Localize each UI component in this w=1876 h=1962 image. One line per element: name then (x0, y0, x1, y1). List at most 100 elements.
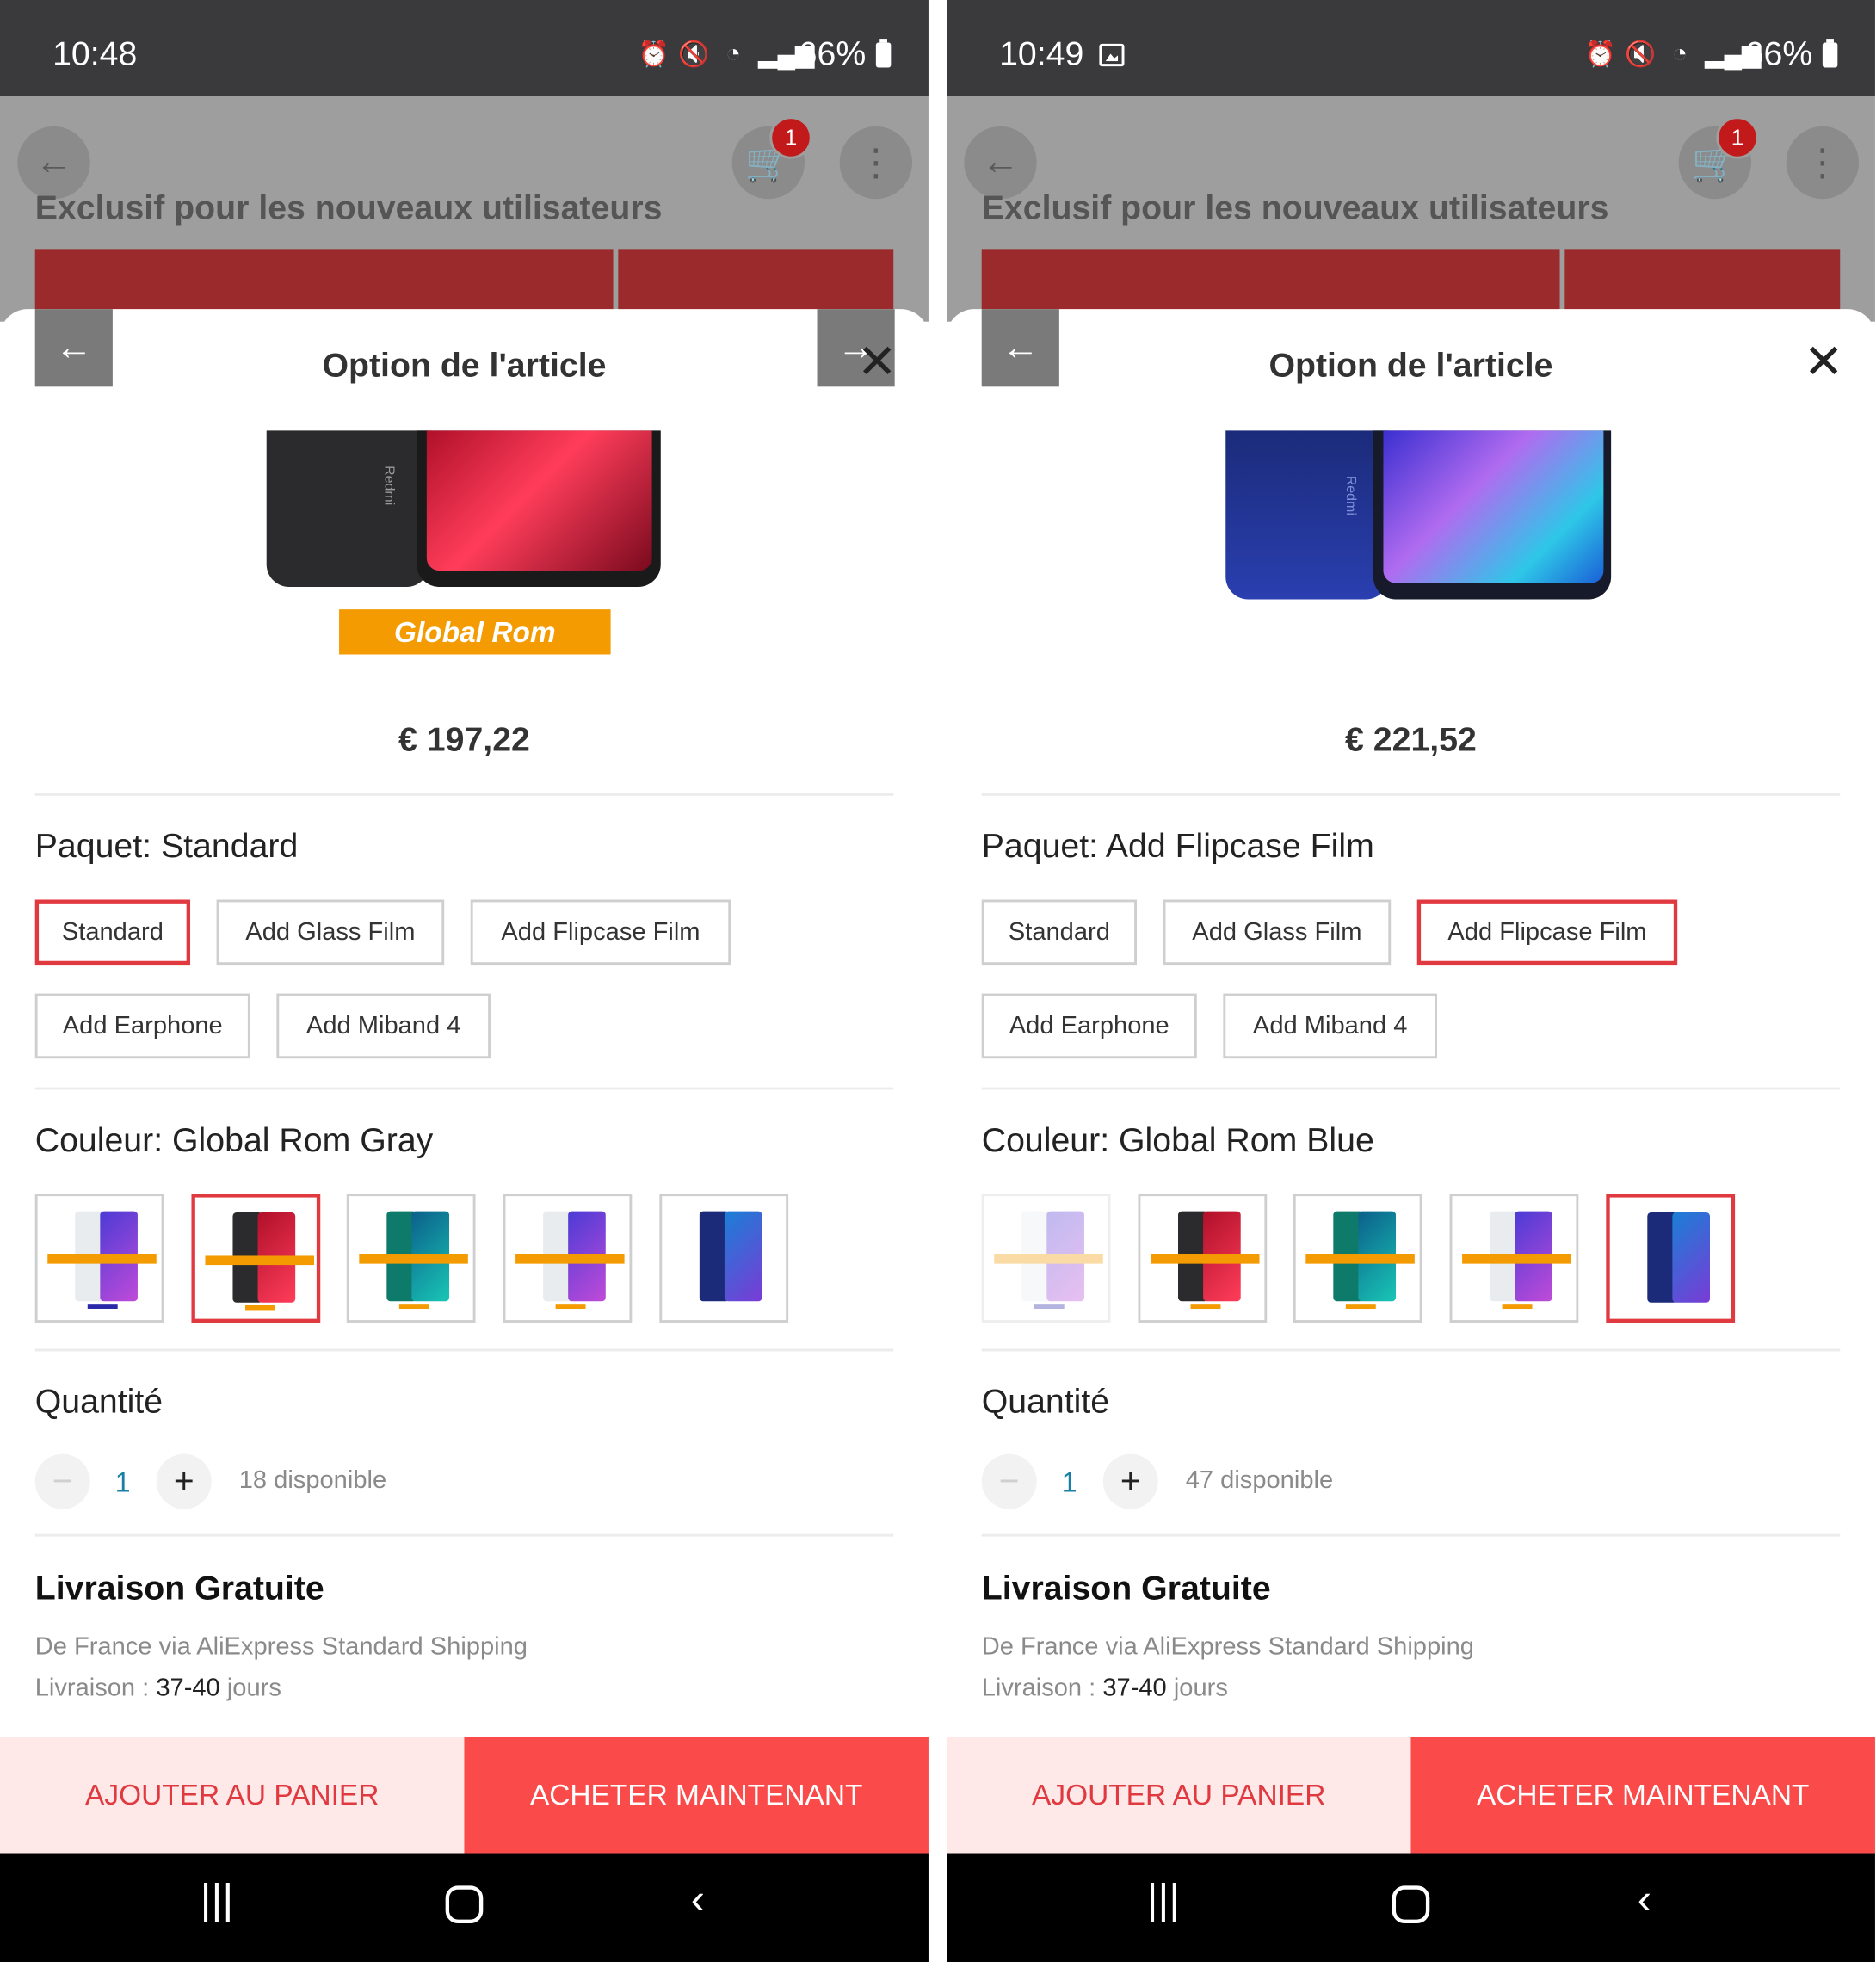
mute-icon: 🔇 (1625, 40, 1657, 69)
shipping-method: De France via AliExpress Standard Shippi… (981, 1632, 1474, 1661)
wifi-icon: ◔ (1672, 40, 1688, 68)
package-option-glass-film[interactable]: Add Glass Film (216, 899, 445, 966)
package-option-glass-film[interactable]: Add Glass Film (1163, 899, 1392, 966)
divider (34, 1348, 894, 1352)
divider (981, 1348, 1841, 1352)
color-swatch-blue[interactable] (1606, 1194, 1736, 1323)
color-label: Couleur: Global Rom Gray (34, 1120, 434, 1159)
available-stock: 47 disponible (1185, 1466, 1334, 1495)
package-option-earphone[interactable]: Add Earphone (981, 993, 1197, 1059)
color-swatch-green[interactable] (346, 1194, 476, 1323)
phone-brand-text: Redmi (1342, 475, 1359, 515)
status-bar: 10:49 ⏰ 🔇 ◔ ▂▄▆ 66% (947, 0, 1875, 96)
back-arrow-icon[interactable]: ← (17, 126, 90, 200)
delivery-suffix: jours (226, 1674, 281, 1702)
alarm-icon: ⏰ (1584, 40, 1616, 69)
battery-icon (875, 38, 892, 67)
background-page: ← 🛒 1 ⋮ Exclusif pour les nouveaux utili… (0, 96, 929, 324)
package-option-miband[interactable]: Add Miband 4 (1223, 993, 1438, 1059)
more-options-icon[interactable]: ⋮ (1786, 126, 1860, 200)
item-options-sheet: ← Option de l'article → ✕ Redmi Global R… (0, 309, 929, 1737)
system-nav-bar: ||| ‹ (947, 1853, 1875, 1962)
color-swatch-gray-red[interactable] (191, 1194, 321, 1323)
home-icon[interactable] (1392, 1885, 1430, 1923)
divider (981, 1533, 1841, 1537)
shipping-title: Livraison Gratuite (981, 1569, 1271, 1607)
color-swatch-white-purple[interactable] (981, 1194, 1111, 1323)
battery-percent: 66% (798, 34, 867, 73)
color-swatch-white-purple[interactable] (34, 1194, 164, 1323)
package-option-flipcase-film[interactable]: Add Flipcase Film (1416, 899, 1678, 966)
quantity-label: Quantité (34, 1382, 164, 1421)
package-option-standard[interactable]: Standard (34, 899, 191, 966)
sheet-title: Option de l'article (322, 346, 607, 385)
package-option-standard[interactable]: Standard (981, 899, 1138, 966)
close-icon[interactable]: ✕ (857, 339, 897, 386)
background-page: ← 🛒 1 ⋮ Exclusif pour les nouveaux utili… (947, 96, 1875, 324)
package-option-flipcase-film[interactable]: Add Flipcase Film (470, 899, 731, 966)
available-stock: 18 disponible (238, 1466, 387, 1495)
divider (34, 1533, 894, 1537)
quantity-label: Quantité (981, 1382, 1110, 1421)
divider (34, 793, 894, 796)
package-label: Paquet: Standard (34, 827, 299, 865)
delivery-time: Livraison : 37-40 jours (982, 1675, 1228, 1703)
add-to-cart-button[interactable]: AJOUTER AU PANIER (947, 1737, 1411, 1854)
system-nav-bar: ||| ‹ (0, 1853, 929, 1962)
delivery-days: 37-40 (1102, 1674, 1167, 1702)
gallery-notification-icon (1099, 43, 1125, 67)
product-image: Redmi Global Rom (141, 430, 787, 668)
back-arrow-icon[interactable]: ← (964, 126, 1037, 200)
quantity-increment-button[interactable]: + (156, 1453, 212, 1509)
color-swatch-blue[interactable] (659, 1194, 789, 1323)
add-to-cart-button[interactable]: AJOUTER AU PANIER (0, 1737, 465, 1854)
delivery-suffix: jours (1173, 1674, 1228, 1702)
phone-screen-right: 10:49 ⏰ 🔇 ◔ ▂▄▆ 66% ← 🛒 1 ⋮ Exclusif pou… (947, 0, 1875, 1962)
back-icon[interactable]: ‹ (691, 1879, 705, 1921)
recents-icon[interactable]: ||| (201, 1879, 234, 1921)
phone-brand-text: Redmi (381, 466, 397, 506)
price: € 221,52 (1345, 720, 1477, 759)
product-image: Redmi (1088, 430, 1733, 668)
quantity-value: 1 (114, 1466, 131, 1498)
alarm-icon: ⏰ (638, 40, 670, 69)
back-icon[interactable]: ‹ (1638, 1879, 1651, 1921)
cart-count-badge: 1 (769, 116, 812, 159)
color-swatch-green[interactable] (1293, 1194, 1422, 1323)
status-time: 10:48 (52, 34, 138, 73)
signal-icon: ▂▄▆ (1705, 40, 1762, 69)
signal-icon: ▂▄▆ (758, 40, 815, 69)
delivery-time: Livraison : 37-40 jours (35, 1675, 281, 1703)
divider (981, 793, 1841, 796)
package-option-miband[interactable]: Add Miband 4 (276, 993, 491, 1059)
color-swatch-white-purple-2[interactable] (503, 1194, 633, 1323)
buy-now-button[interactable]: ACHETER MAINTENANT (464, 1737, 929, 1854)
cart-count-badge: 1 (1716, 116, 1759, 159)
recents-icon[interactable]: ||| (1147, 1879, 1181, 1921)
battery-icon (1822, 38, 1838, 67)
status-icons: ⏰ 🔇 ◔ ▂▄▆ 66% (639, 35, 892, 74)
color-label: Couleur: Global Rom Blue (981, 1120, 1374, 1159)
quantity-decrement-button[interactable]: − (34, 1453, 90, 1509)
status-icons: ⏰ 🔇 ◔ ▂▄▆ 66% (1585, 35, 1838, 74)
price: € 197,22 (398, 720, 530, 759)
buy-now-button[interactable]: ACHETER MAINTENANT (1410, 1737, 1875, 1854)
battery-percent: 66% (1744, 34, 1813, 73)
delivery-days: 37-40 (156, 1674, 220, 1702)
color-swatch-gray-red[interactable] (1138, 1194, 1268, 1323)
close-icon[interactable]: ✕ (1804, 339, 1843, 386)
promo-heading: Exclusif pour les nouveaux utilisateurs (34, 188, 663, 227)
quantity-value: 1 (1061, 1466, 1077, 1498)
package-option-earphone[interactable]: Add Earphone (34, 993, 250, 1059)
shipping-method: De France via AliExpress Standard Shippi… (34, 1632, 528, 1661)
color-swatch-white-purple-2[interactable] (1449, 1194, 1579, 1323)
quantity-decrement-button[interactable]: − (981, 1453, 1037, 1509)
mute-icon: 🔇 (678, 40, 710, 69)
status-bar: 10:48 ⏰ 🔇 ◔ ▂▄▆ 66% (0, 0, 929, 96)
quantity-increment-button[interactable]: + (1102, 1453, 1158, 1509)
phone-screen-left: 10:48 ⏰ 🔇 ◔ ▂▄▆ 66% ← 🛒 1 ⋮ Exclusif pou… (0, 0, 929, 1962)
global-rom-badge: Global Rom (339, 609, 611, 655)
shipping-title: Livraison Gratuite (34, 1569, 324, 1607)
more-options-icon[interactable]: ⋮ (839, 126, 913, 200)
home-icon[interactable] (445, 1885, 484, 1923)
